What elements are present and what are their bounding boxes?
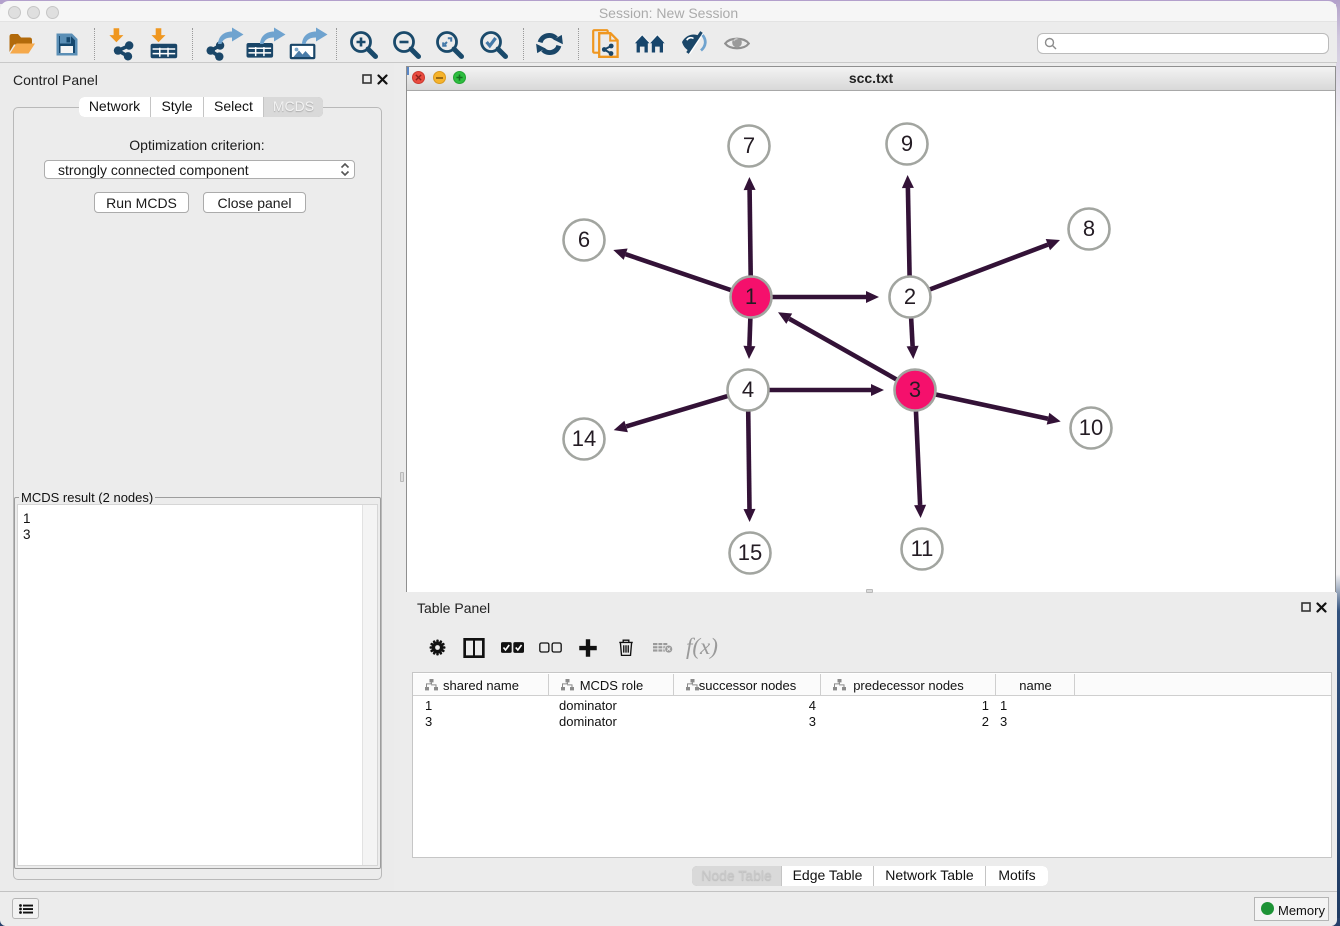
svg-text:3: 3: [909, 377, 921, 402]
svg-text:6: 6: [578, 227, 590, 252]
svg-text:14: 14: [572, 426, 596, 451]
svg-text:2: 2: [904, 284, 916, 309]
svg-text:10: 10: [1079, 415, 1103, 440]
svg-text:11: 11: [911, 536, 934, 561]
svg-text:1: 1: [745, 284, 757, 309]
svg-text:4: 4: [742, 377, 754, 402]
svg-text:9: 9: [901, 131, 913, 156]
svg-text:15: 15: [738, 540, 762, 565]
svg-text:8: 8: [1083, 216, 1095, 241]
svg-text:7: 7: [743, 133, 755, 158]
